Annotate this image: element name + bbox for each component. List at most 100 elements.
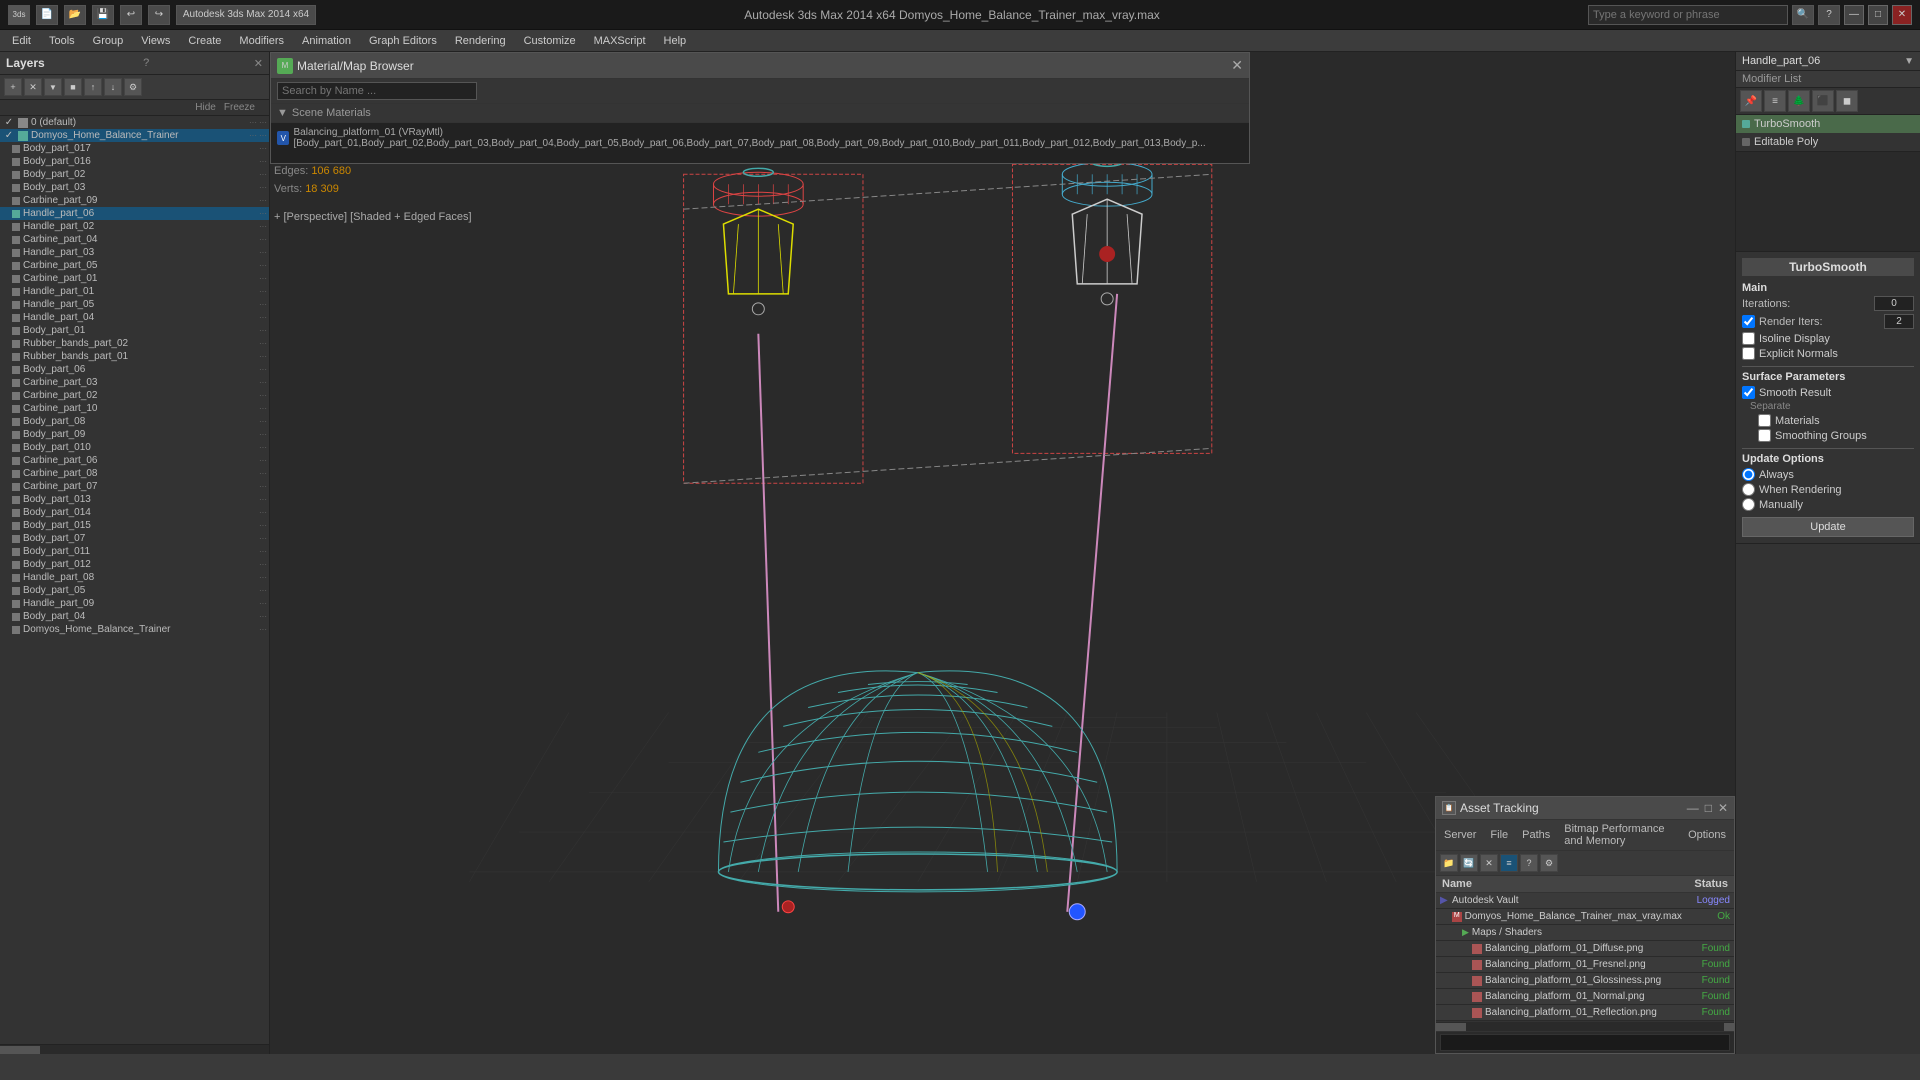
at-menu-options[interactable]: Options [1684,828,1730,842]
at-row-fresnel[interactable]: Balancing_platform_01_Fresnel.png Found [1436,957,1734,973]
layer-item-carbine-01[interactable]: Carbine_part_01 ··· [0,272,269,285]
layer-item-handle-01[interactable]: Handle_part_01 ··· [0,285,269,298]
layer-item-carbine-08[interactable]: Carbine_part_08 ··· [0,467,269,480]
ts-smooth-result-check[interactable] [1742,386,1755,399]
layer-move-down-btn[interactable]: ↓ [104,78,122,96]
mod-icon-tree[interactable]: 🌲 [1788,90,1810,112]
at-row-normal[interactable]: Balancing_platform_01_Normal.png Found [1436,989,1734,1005]
layer-item-body-013[interactable]: Body_part_013 ··· [0,493,269,506]
menu-maxscript[interactable]: MAXScript [586,33,654,49]
layer-item-carbine-10[interactable]: Carbine_part_10 ··· [0,402,269,415]
menu-group[interactable]: Group [85,33,132,49]
layer-item-domyos-root[interactable]: ✓ Domyos_Home_Balance_Trainer ··· ··· [0,129,269,142]
layer-item-handle-06[interactable]: Handle_part_06 ··· [0,207,269,220]
layer-select-btn[interactable]: ■ [64,78,82,96]
search-input[interactable] [1588,5,1788,25]
layer-item-carbine-05[interactable]: Carbine_part_05 ··· [0,259,269,272]
layer-item-handle-03[interactable]: Handle_part_03 ··· [0,246,269,259]
layer-move-up-btn[interactable]: ↑ [84,78,102,96]
redo-btn[interactable]: ↪ [148,5,170,25]
layer-item-carbine-03[interactable]: Carbine_part_03 ··· [0,376,269,389]
at-close-btn[interactable]: ✕ [1718,801,1728,815]
at-tool-1[interactable]: 📁 [1440,854,1458,872]
at-row-reflection[interactable]: Balancing_platform_01_Reflection.png Fou… [1436,1005,1734,1021]
layers-close-btn[interactable]: ✕ [254,57,263,70]
at-minimize-btn[interactable]: — [1687,801,1699,815]
ts-render-iters-input[interactable] [1884,314,1914,329]
layer-item-body-08[interactable]: Body_part_08 ··· [0,415,269,428]
mod-icon-list[interactable]: ≡ [1764,90,1786,112]
at-row-glossiness[interactable]: Balancing_platform_01_Glossiness.png Fou… [1436,973,1734,989]
layer-item-rubber-02[interactable]: Rubber_bands_part_02 ··· [0,337,269,350]
at-tool-settings[interactable]: ⚙ [1540,854,1558,872]
mat-content-row[interactable]: V Balancing_platform_01 (VRayMtl) [Body_… [277,127,1243,149]
layer-settings-btn[interactable]: ⚙ [124,78,142,96]
workspace-select[interactable]: Autodesk 3ds Max 2014 x64 [176,5,316,25]
layer-item-carbine-04[interactable]: Carbine_part_04 ··· [0,233,269,246]
menu-modifiers[interactable]: Modifiers [231,33,292,49]
layer-item-body-015[interactable]: Body_part_015 ··· [0,519,269,532]
layers-question-btn[interactable]: ? [143,57,149,69]
mat-search-input[interactable] [277,82,477,100]
help-btn[interactable]: ? [1818,5,1840,25]
mat-scene-collapse-icon[interactable]: ▼ [277,107,288,119]
layer-item-handle-02[interactable]: Handle_part_02 ··· [0,220,269,233]
layer-item-0-default[interactable]: ✓ 0 (default) ··· ··· [0,116,269,129]
layer-item-handle-05[interactable]: Handle_part_05 ··· [0,298,269,311]
layer-item-body-014[interactable]: Body_part_014 ··· [0,506,269,519]
layer-item-domyos-footer[interactable]: Domyos_Home_Balance_Trainer ··· [0,623,269,636]
layer-item-body-06[interactable]: Body_part_06 ··· [0,363,269,376]
layer-item-handle-08[interactable]: Handle_part_08 ··· [0,571,269,584]
layer-check-domyos[interactable]: ✓ [2,131,16,141]
at-menu-paths[interactable]: Paths [1518,828,1554,842]
layer-item-body-05[interactable]: Body_part_05 ··· [0,584,269,597]
at-row-maps-folder[interactable]: ▶ Maps / Shaders [1436,925,1734,941]
close-btn[interactable]: ✕ [1892,5,1912,25]
layer-item-handle-04[interactable]: Handle_part_04 ··· [0,311,269,324]
menu-views[interactable]: Views [133,33,178,49]
ts-when-rendering-radio[interactable] [1742,483,1755,496]
menu-rendering[interactable]: Rendering [447,33,514,49]
at-menu-server[interactable]: Server [1440,828,1480,842]
at-tool-3[interactable]: ✕ [1480,854,1498,872]
layer-item-body-09[interactable]: Body_part_09 ··· [0,428,269,441]
at-tool-4[interactable]: ≡ [1500,854,1518,872]
ts-always-radio[interactable] [1742,468,1755,481]
layer-item-body-012[interactable]: Body_part_012 ··· [0,558,269,571]
layer-item-rubber-01[interactable]: Rubber_bands_part_01 ··· [0,350,269,363]
at-row-diffuse[interactable]: Balancing_platform_01_Diffuse.png Found [1436,941,1734,957]
at-menu-bitmap-perf[interactable]: Bitmap Performance and Memory [1560,822,1678,848]
menu-edit[interactable]: Edit [4,33,39,49]
ts-materials-check[interactable] [1758,414,1771,427]
mod-icon-shaded[interactable]: ◼ [1836,90,1858,112]
menu-create[interactable]: Create [180,33,229,49]
layer-item-carbine-06[interactable]: Carbine_part_06 ··· [0,454,269,467]
mod-icon-pin[interactable]: 📌 [1740,90,1762,112]
ts-render-iters-check[interactable] [1742,315,1755,328]
menu-animation[interactable]: Animation [294,33,359,49]
layer-check-0[interactable]: ✓ [2,118,16,128]
ts-manually-radio[interactable] [1742,498,1755,511]
menu-help[interactable]: Help [656,33,695,49]
maximize-btn[interactable]: □ [1868,5,1888,25]
ts-smoothing-check[interactable] [1758,429,1771,442]
at-tool-help[interactable]: ? [1520,854,1538,872]
layer-item-body-010[interactable]: Body_part_010 ··· [0,441,269,454]
layers-hscroll[interactable] [0,1044,269,1054]
menu-customize[interactable]: Customize [516,33,584,49]
at-filter-input[interactable] [1440,1034,1730,1051]
ts-update-btn[interactable]: Update [1742,517,1914,537]
open-btn[interactable]: 📂 [64,5,86,25]
ts-isoline-check[interactable] [1742,332,1755,345]
object-name-dropdown[interactable]: ▼ [1904,56,1914,67]
modifier-editable-poly[interactable]: Editable Poly [1736,133,1920,151]
save-btn[interactable]: 💾 [92,5,114,25]
mat-browser-close-btn[interactable]: ✕ [1231,57,1243,74]
undo-btn[interactable]: ↩ [120,5,142,25]
layer-item-body-07[interactable]: Body_part_07 ··· [0,532,269,545]
ts-iterations-input[interactable] [1874,296,1914,311]
layer-item-body-017[interactable]: Body_part_017 ··· [0,142,269,155]
layer-item-body-04[interactable]: Body_part_04 ··· [0,610,269,623]
at-hscroll[interactable] [1436,1021,1734,1031]
layer-item-body-01[interactable]: Body_part_01 ··· [0,324,269,337]
